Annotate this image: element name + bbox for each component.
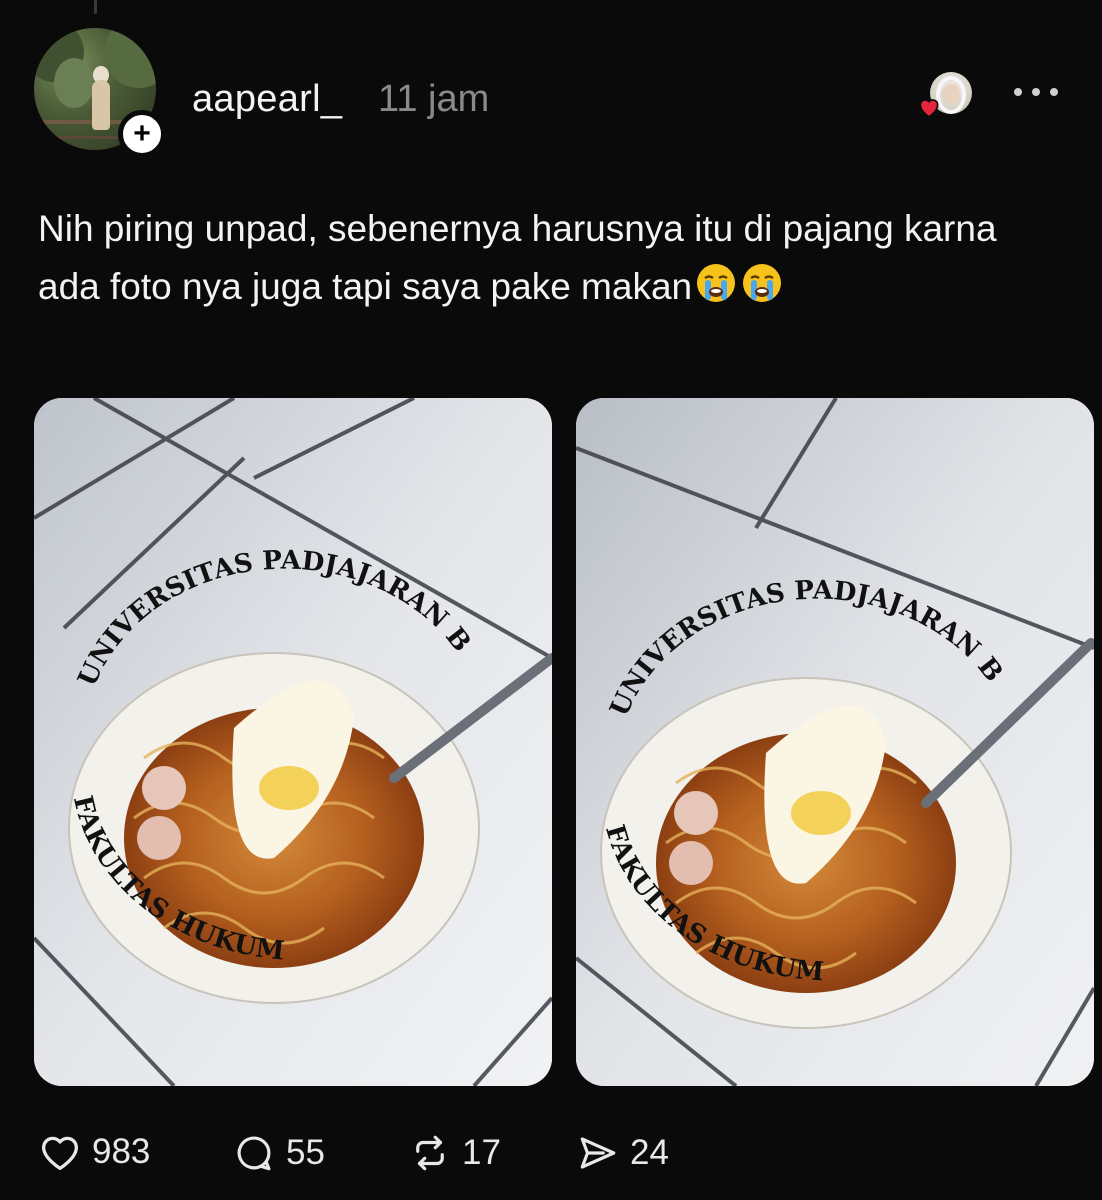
speech-bubble-icon [237,1136,271,1171]
author-avatar-container[interactable]: + [34,28,166,158]
timestamp: 11 jam [378,78,490,120]
like-button[interactable]: 983 [38,1132,150,1172]
plus-icon: + [133,117,151,150]
reply-count: 55 [286,1133,325,1172]
username[interactable]: aapearl_ [192,78,342,121]
repost-button[interactable]: 17 [408,1132,501,1174]
heart-badge-icon [919,99,939,118]
like-count: 983 [92,1132,151,1171]
send-icon [580,1137,616,1169]
loudly-crying-face-icon [743,264,782,302]
repost-count: 17 [462,1133,501,1172]
follow-button[interactable]: + [118,110,166,158]
repost-icon [416,1135,444,1171]
post-text: Nih piring unpad, sebenernya harusnya it… [38,200,1038,316]
post-image-1[interactable]: UNIVERSITAS PADJAJARAN BANDUNG FAKULTAS … [34,398,552,1086]
post-body: Nih piring unpad, sebenernya harusnya it… [38,208,997,307]
heart-icon [42,1136,78,1170]
post-image-2[interactable]: UNIVERSITAS PADJAJARAN BANDUNG FAKULTAS … [576,398,1094,1086]
loudly-crying-face-icon [697,264,736,302]
share-button[interactable]: 24 [576,1132,669,1174]
thread-line [94,0,97,14]
share-count: 24 [630,1133,669,1172]
more-horizontal-icon[interactable] [1014,80,1058,104]
reply-button[interactable]: 55 [232,1132,325,1174]
